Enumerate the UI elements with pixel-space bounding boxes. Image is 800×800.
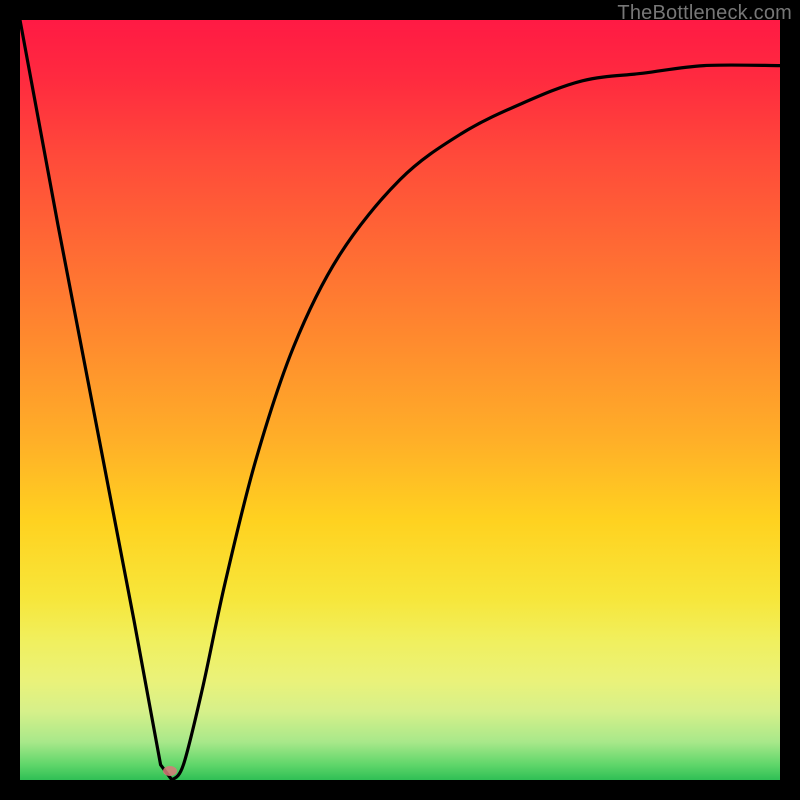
curve-path: [20, 20, 780, 780]
plot-frame: [20, 20, 780, 780]
bottleneck-curve: [20, 20, 780, 780]
